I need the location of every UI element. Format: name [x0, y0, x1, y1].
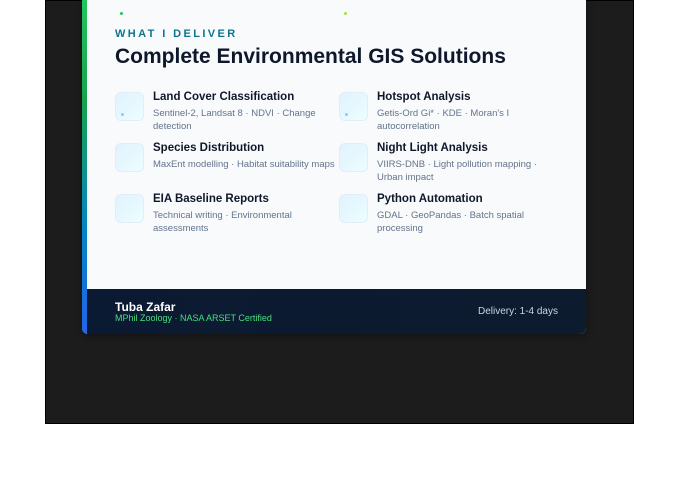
night-light-icon — [339, 143, 368, 172]
service-name: Hotspot Analysis — [377, 91, 471, 103]
author-credentials: MPhil Zoology · NASA ARSET Certified — [115, 313, 272, 323]
services-card: WHAT I DELIVER Complete Environmental GI… — [82, 0, 586, 334]
service-name: Species Distribution — [153, 142, 265, 154]
report-icon — [115, 194, 144, 223]
author-name: Tuba Zafar — [115, 300, 176, 314]
card-footer: Tuba Zafar MPhil Zoology · NASA ARSET Ce… — [87, 289, 586, 334]
hotspot-icon — [339, 92, 368, 121]
service-name: Land Cover Classification — [153, 91, 295, 103]
service-name: Night Light Analysis — [377, 142, 488, 154]
species-icon — [115, 143, 144, 172]
service-desc: Technical writing · Environmental assess… — [153, 210, 292, 234]
python-icon — [339, 194, 368, 223]
satellite-layers-icon — [115, 92, 144, 121]
decor-dot — [120, 12, 123, 15]
section-title: Complete Environmental GIS Solutions — [115, 45, 506, 68]
service-desc: MaxEnt modelling · Habitat suitability m… — [153, 159, 335, 170]
decor-dot — [344, 12, 347, 15]
service-name: EIA Baseline Reports — [153, 193, 269, 205]
section-eyebrow: WHAT I DELIVER — [115, 28, 238, 40]
service-desc: VIIRS-DNB · Light pollution mapping · Ur… — [377, 159, 537, 183]
accent-bar — [82, 0, 87, 334]
service-desc: GDAL · GeoPandas · Batch spatial process… — [377, 210, 524, 234]
service-name: Python Automation — [377, 193, 483, 205]
service-desc: Sentinel-2, Landsat 8 · NDVI · Change de… — [153, 108, 316, 132]
service-desc: Getis-Ord Gi* · KDE · Moran's I autocorr… — [377, 108, 510, 132]
delivery-time: Delivery: 1-4 days — [477, 306, 558, 317]
